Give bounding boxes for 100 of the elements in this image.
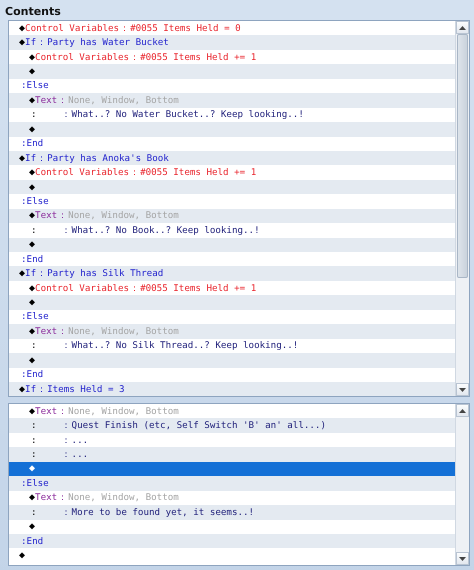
scroll-down-button[interactable] (456, 383, 469, 396)
bullet-marker: ◆ (29, 326, 36, 337)
bullet-marker: ◆ (19, 384, 26, 395)
command-parameters: #0055 Items Held += 1 (140, 282, 256, 294)
command-row[interactable]: ◆Text：None, Window, Bottom (9, 324, 455, 339)
command-name: Else (26, 80, 49, 92)
colon-marker: : (31, 420, 37, 432)
colon-marker: : (21, 311, 27, 322)
command-row[interactable]: ◆ (9, 122, 455, 136)
separator: ： (130, 50, 140, 64)
command-parameters: Party has Water Bucket (47, 37, 169, 48)
command-name: End (26, 369, 44, 380)
scroll-up-button[interactable] (456, 21, 469, 34)
separator: ： (37, 382, 46, 396)
separator: ： (37, 36, 46, 50)
command-name: Text (35, 326, 58, 337)
command-row[interactable]: ◆If：Party has Water Bucket (9, 35, 455, 50)
colon-marker: : (31, 434, 37, 446)
command-name: Text (35, 94, 58, 106)
command-row[interactable]: ◆ (9, 295, 455, 310)
bullet-marker: ◆ (19, 22, 26, 34)
message-text: What..? No Silk Thread..? Keep looking..! (72, 340, 298, 352)
bullet-marker: ◆ (29, 297, 36, 308)
selected-command-row[interactable]: ◆ (9, 462, 455, 476)
bullet-marker: ◆ (29, 210, 36, 222)
scroll-thumb[interactable] (457, 34, 468, 278)
separator: ： (62, 434, 71, 447)
command-name: Text (35, 492, 58, 504)
separator: ： (62, 108, 71, 122)
command-row[interactable]: ◆Text：None, Window, Bottom (9, 404, 455, 418)
command-row[interactable]: ◆Text：None, Window, Bottom (9, 93, 455, 108)
message-text: ... (72, 434, 88, 446)
command-row[interactable]: ◆ (9, 353, 455, 368)
bullet-marker: ◆ (29, 282, 36, 294)
colon-marker: : (21, 196, 27, 207)
bullet-marker: ◆ (29, 182, 36, 193)
up-triangle-icon (459, 408, 466, 412)
command-name: End (26, 536, 44, 547)
command-row[interactable]: : ：More to be found yet, it seems..! (9, 505, 455, 520)
bullet-marker: ◆ (29, 167, 36, 178)
scrollbar[interactable] (455, 21, 469, 396)
colon-marker: : (21, 254, 27, 265)
bullet-marker: ◆ (29, 463, 36, 474)
command-name: Control Variables (35, 167, 130, 178)
bullet-marker: ◆ (19, 37, 26, 48)
command-parameters: None, Window, Bottom (68, 94, 179, 106)
command-name: End (26, 254, 44, 265)
separator: ： (62, 419, 71, 432)
message-text: What..? No Water Bucket..? Keep looking..! (72, 109, 304, 120)
colon-marker: : (21, 478, 27, 489)
command-parameters: Party has Anoka's Book (47, 152, 169, 164)
command-name: Else (26, 311, 49, 322)
command-row[interactable]: ◆Text：None, Window, Bottom (9, 208, 455, 224)
colon-marker: : (21, 138, 27, 150)
colon-marker: : (31, 109, 37, 120)
command-row[interactable]: :End (9, 252, 455, 266)
bullet-marker: ◆ (29, 492, 36, 504)
command-row[interactable]: ◆Control Variables：#0055 Items Held = 0 (9, 21, 455, 36)
command-row[interactable]: ◆If：Items Held = 3 (9, 382, 455, 396)
separator: ： (58, 94, 68, 107)
message-text: Quest Finish (etc, Self Switch 'B' an' all...) (72, 420, 326, 432)
colon-marker: : (31, 340, 37, 352)
separator: ： (58, 404, 68, 418)
command-row[interactable]: ◆If：Party has Anoka's Book (9, 150, 455, 166)
command-parameters: None, Window, Bottom (68, 326, 179, 337)
command-row[interactable]: :End (9, 534, 455, 548)
command-parameters: #0055 Items Held += 1 (140, 167, 256, 178)
separator: ： (62, 339, 71, 352)
bullet-marker: ◆ (19, 550, 26, 562)
scroll-down-button[interactable] (456, 552, 469, 565)
separator: ： (58, 491, 68, 504)
bullet-marker: ◆ (29, 521, 36, 532)
colon-marker: : (31, 449, 37, 460)
scrollbar[interactable] (455, 404, 469, 565)
separator: ： (37, 152, 46, 165)
bullet-marker: ◆ (29, 406, 36, 417)
command-row[interactable]: ◆ (9, 180, 455, 194)
command-name: Control Variables (35, 52, 130, 63)
command-name: Text (35, 210, 58, 222)
message-text: ... (72, 449, 88, 460)
command-row[interactable]: :Else (9, 476, 455, 491)
command-parameters: Party has Silk Thread (47, 268, 164, 280)
command-row[interactable]: ◆ (9, 238, 455, 252)
command-name: End (26, 138, 44, 150)
separator: ： (58, 324, 68, 338)
command-row[interactable]: ◆ (9, 64, 455, 79)
command-row[interactable]: ◆If：Party has Silk Thread (9, 266, 455, 281)
up-triangle-icon (459, 26, 466, 30)
command-row[interactable]: : ：... (9, 447, 455, 462)
command-name: Text (35, 406, 58, 417)
scroll-up-button[interactable] (456, 404, 469, 417)
bullet-marker: ◆ (29, 354, 36, 366)
separator: ： (130, 282, 140, 295)
bullet-marker: ◆ (29, 94, 36, 106)
bullet-marker: ◆ (29, 66, 36, 78)
command-row[interactable]: : ：Quest Finish (etc, Self Switch 'B' an' all...) (9, 418, 455, 433)
command-name: If (25, 152, 36, 164)
command-parameters: Items Held = 3 (47, 384, 125, 395)
colon-marker: : (31, 224, 37, 236)
colon-marker: : (21, 536, 27, 547)
